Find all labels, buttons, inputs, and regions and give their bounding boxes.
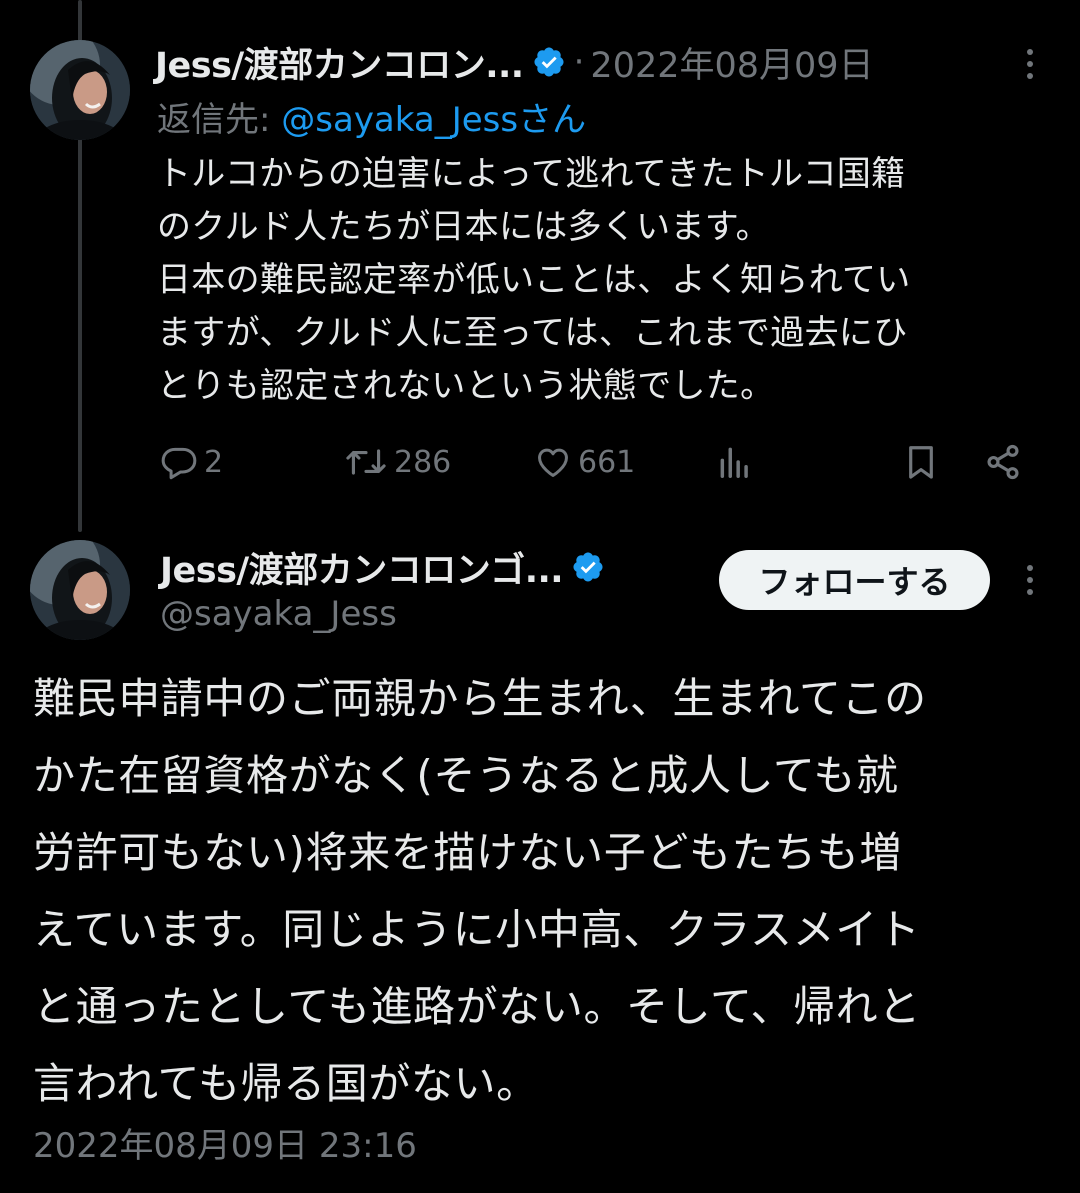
verified-badge-icon — [571, 550, 605, 584]
post1-display-name[interactable]: Jess/渡部カンコロン... — [155, 37, 524, 88]
like-button[interactable]: 661 — [534, 440, 635, 484]
post2-handle[interactable]: @sayaka_Jess — [160, 594, 397, 634]
reply-button[interactable]: 2 — [160, 440, 223, 484]
share-button[interactable] — [984, 440, 1022, 484]
post2-timestamp[interactable]: 2022年08月09日 23:16 — [33, 1118, 417, 1167]
views-button[interactable] — [716, 440, 754, 484]
post2-display-name[interactable]: Jess/渡部カンコロンゴ... — [160, 542, 564, 593]
reply-icon — [160, 443, 198, 481]
bookmark-button[interactable] — [902, 440, 940, 484]
post1-date[interactable]: 2022年08月09日 — [590, 37, 873, 88]
reply-count: 2 — [204, 444, 224, 480]
avatar[interactable] — [30, 40, 130, 140]
more-options-icon[interactable] — [1024, 47, 1036, 81]
post1-action-bar: 2 286 661 — [160, 440, 1040, 484]
post1-text: トルコからの迫害によって逃れてきたトルコ国籍 のクルド人たちが日本には多くいます… — [157, 154, 911, 406]
views-icon — [716, 443, 754, 481]
post2-text: 難民申請中のご両親から生まれ、生まれてこの かた在留資格がなく(そうなると成人し… — [33, 674, 927, 1108]
retweet-icon — [344, 443, 388, 481]
share-icon — [984, 443, 1022, 481]
retweet-button[interactable]: 286 — [344, 440, 451, 484]
follow-button[interactable]: フォローする — [719, 550, 990, 610]
bookmark-icon — [902, 442, 940, 482]
separator-dot: · — [573, 42, 585, 82]
more-options-icon[interactable] — [1024, 563, 1036, 597]
reply-to-line: 返信先: @sayaka_Jessさん — [157, 92, 586, 141]
post2-header: Jess/渡部カンコロンゴ... — [160, 540, 605, 594]
reply-mention-link[interactable]: @sayaka_Jessさん — [281, 100, 586, 140]
reply-to-label: 返信先: — [157, 100, 282, 140]
like-count: 661 — [578, 444, 636, 480]
retweet-count: 286 — [394, 444, 452, 480]
post1-header: Jess/渡部カンコロン... · 2022年08月09日 — [155, 36, 874, 88]
avatar[interactable] — [30, 540, 130, 640]
verified-badge-icon — [532, 45, 566, 79]
like-icon — [534, 443, 572, 481]
